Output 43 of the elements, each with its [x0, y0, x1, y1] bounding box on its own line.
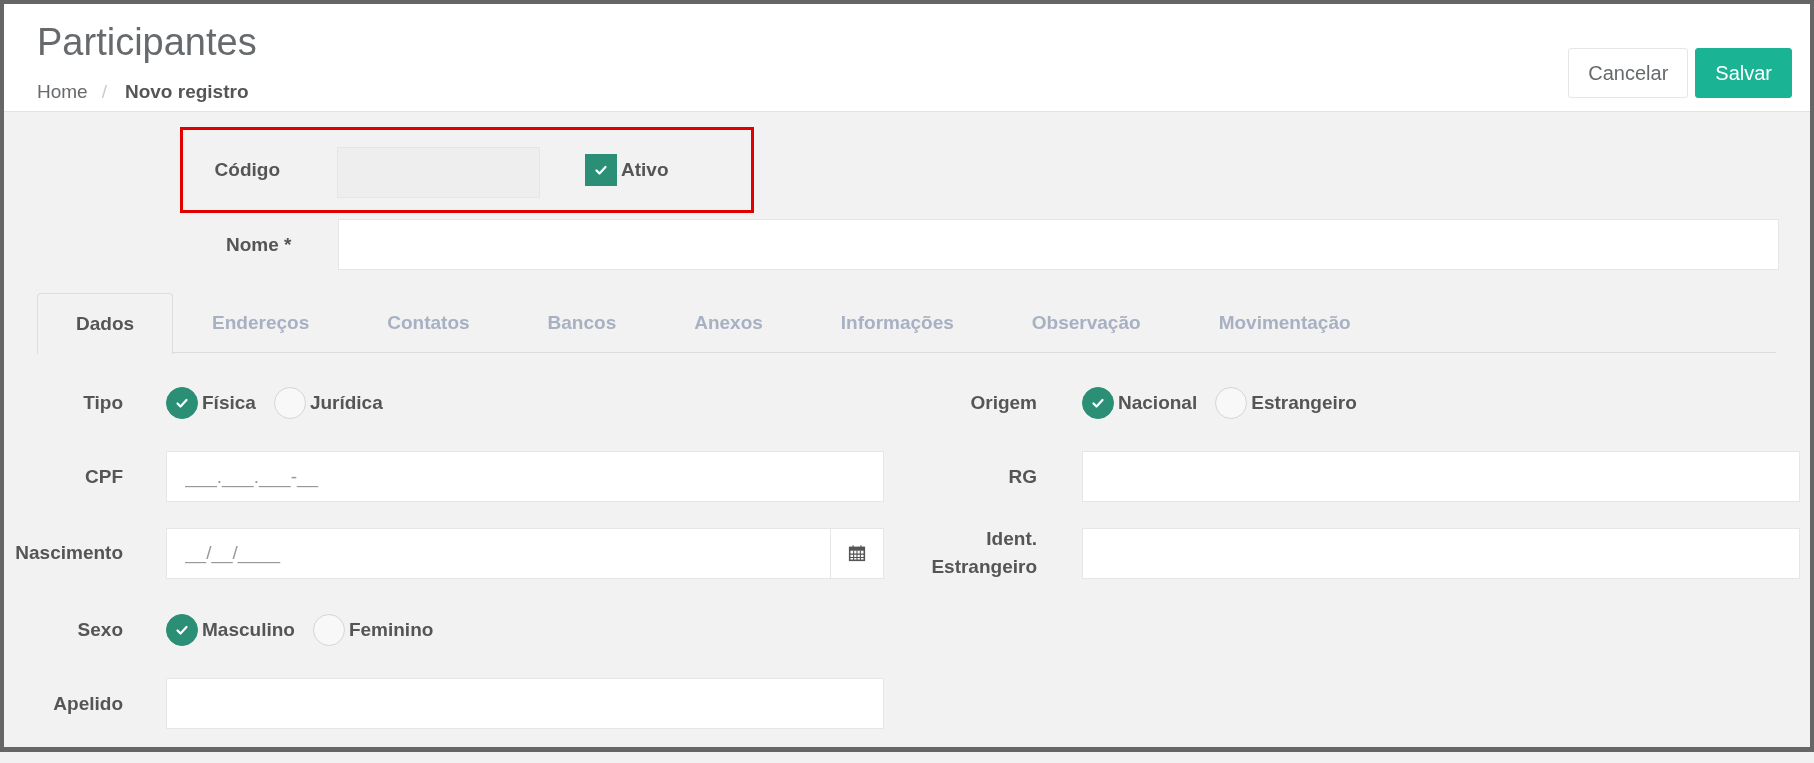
breadcrumb-separator: /	[101, 81, 107, 103]
page-title: Participantes	[37, 20, 257, 65]
radio-button[interactable]	[166, 613, 198, 646]
field-label: Tipo	[82, 390, 123, 415]
tab[interactable]: Movimentação	[1179, 293, 1390, 352]
tab[interactable]: Anexos	[655, 293, 802, 352]
name-field[interactable]	[338, 219, 1779, 270]
checkbox-label: Ativo	[621, 159, 669, 181]
calendar-button[interactable]	[831, 527, 884, 579]
checkbox[interactable]	[585, 154, 617, 186]
tab[interactable]: Informações	[801, 293, 993, 352]
field-label: Origem	[969, 390, 1037, 415]
input-field[interactable]	[1082, 451, 1800, 502]
input-field[interactable]	[166, 678, 884, 729]
field-label: Sexo	[76, 617, 123, 642]
radio-label: Estrangeiro	[1251, 391, 1357, 414]
tab[interactable]: Contatos	[348, 293, 509, 352]
input-field[interactable]: ___.___.___-__	[166, 451, 884, 502]
field-label: Código	[213, 159, 280, 181]
tab[interactable]: Observação	[992, 293, 1180, 352]
radio-label: Jurídica	[309, 391, 383, 414]
tab[interactable]: Endereços	[173, 293, 349, 352]
tab[interactable]: Bancos	[508, 293, 656, 352]
date-field[interactable]: __/__/____	[166, 527, 831, 579]
field-label: Ident. Estrangeiro	[930, 527, 1037, 579]
radio-label: Nacional	[1118, 391, 1198, 414]
radio-label: Masculino	[202, 618, 295, 641]
calendar-icon	[848, 544, 866, 562]
input-field[interactable]	[1082, 527, 1800, 579]
breadcrumb-item[interactable]: Home	[37, 81, 88, 103]
tab[interactable]: Dados	[37, 293, 174, 354]
field-label: Nome *	[225, 233, 291, 256]
save-button[interactable]: Salvar	[1695, 48, 1792, 98]
field-label: Nascimento	[14, 541, 123, 565]
cancel-button[interactable]: Cancelar	[1568, 48, 1689, 98]
breadcrumb-item: Novo registro	[124, 81, 249, 103]
field-label: Apelido	[52, 691, 123, 716]
radio-button[interactable]	[166, 386, 198, 419]
radio-label: Física	[202, 391, 256, 414]
radio-label: Feminino	[348, 618, 434, 641]
field-label: CPF	[84, 464, 123, 489]
radio-button[interactable]	[1082, 386, 1114, 419]
field-label: RG	[1007, 464, 1037, 489]
